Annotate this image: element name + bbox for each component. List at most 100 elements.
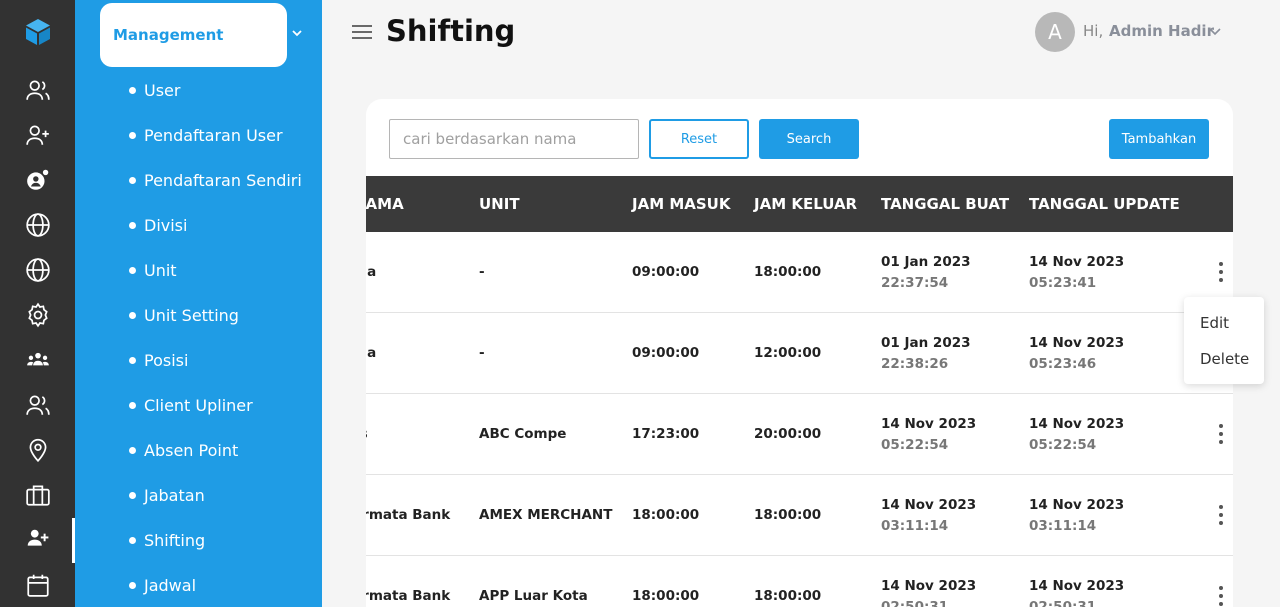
column-header-nama[interactable]: NAMA — [366, 176, 404, 232]
table-row[interactable]: ma - 09:00:00 18:00:00 01 Jan 2023 22:37… — [366, 232, 1233, 313]
cell-unit: AMEX MERCHANT — [479, 507, 613, 523]
kebab-menu-icon[interactable] — [1213, 423, 1229, 445]
cell-tanggal-buat-time: 03:11:14 — [881, 518, 949, 534]
bullet-icon — [129, 221, 136, 229]
globe-icon[interactable] — [24, 256, 52, 284]
globe-icon[interactable] — [24, 211, 52, 239]
column-header-tanggal-buat[interactable]: TANGGAL BUAT — [881, 176, 1009, 232]
menu-item-label: Client Upliner — [144, 395, 253, 415]
cell-tanggal-update-time: 05:22:54 — [1029, 437, 1097, 453]
greeting-text: Hi, — [1083, 22, 1104, 40]
cell-nama: rs — [366, 426, 368, 442]
menu-item-jabatan[interactable]: Jabatan — [129, 483, 205, 507]
menu-item-pendaftaran-user[interactable]: Pendaftaran User — [129, 123, 283, 147]
chevron-down-icon[interactable] — [290, 26, 304, 40]
kebab-menu-icon[interactable] — [1213, 585, 1229, 607]
table-row[interactable]: rs ABC Compe 17:23:00 20:00:00 14 Nov 20… — [366, 394, 1233, 475]
cell-jam-keluar: 18:00:00 — [754, 264, 822, 280]
avatar[interactable]: A — [1035, 12, 1075, 52]
cell-unit: ABC Compe — [479, 426, 567, 442]
menu-item-label: Absen Point — [144, 440, 239, 460]
cell-tanggal-update-time: 05:23:46 — [1029, 356, 1097, 372]
table-row[interactable]: ma - 09:00:00 12:00:00 01 Jan 2023 22:38… — [366, 313, 1233, 394]
cube-logo-icon[interactable] — [25, 18, 51, 46]
menu-item-jadwal[interactable]: Jadwal — [129, 573, 196, 597]
group-icon[interactable] — [24, 346, 52, 374]
menu-item-label: Unit — [144, 260, 177, 280]
users-icon[interactable] — [24, 76, 52, 104]
search-input[interactable] — [389, 119, 639, 159]
menu-item-label: Posisi — [144, 350, 189, 370]
icon-rail — [0, 0, 75, 607]
menu-item-client-upliner[interactable]: Client Upliner — [129, 393, 253, 417]
cell-unit: - — [479, 264, 485, 280]
menu-item-posisi[interactable]: Posisi — [129, 348, 188, 372]
user-add-icon[interactable] — [24, 524, 52, 552]
reset-button[interactable]: Reset — [649, 119, 749, 159]
column-header-jam-masuk[interactable]: JAM MASUK — [632, 176, 730, 232]
bullet-icon — [129, 581, 136, 589]
cell-tanggal-buat-time: 05:22:54 — [881, 437, 949, 453]
table-row[interactable]: ermata Bank APP Luar Kota 18:00:00 18:00… — [366, 556, 1233, 607]
edit-menu-item[interactable]: Edit — [1200, 314, 1229, 332]
cell-tanggal-buat-date: 01 Jan 2023 — [881, 254, 971, 270]
table-header: NAMA UNIT JAM MASUK JAM KELUAR TANGGAL B… — [366, 176, 1233, 232]
cell-nama: ermata Bank — [366, 507, 451, 523]
menu-item-absen-point[interactable]: Absen Point — [129, 438, 238, 462]
management-section-label: Management — [113, 26, 224, 44]
cell-tanggal-buat-time: 22:37:54 — [881, 275, 949, 291]
gear-icon[interactable] — [24, 301, 52, 329]
delete-menu-item[interactable]: Delete — [1200, 350, 1249, 368]
cell-tanggal-buat-time: 02:50:31 — [881, 599, 949, 607]
cell-jam-keluar: 12:00:00 — [754, 345, 822, 361]
user-menu-name[interactable]: Admin Hadir — [1109, 22, 1214, 40]
bullet-icon — [129, 131, 136, 139]
cell-jam-masuk: 18:00:00 — [632, 507, 700, 523]
cell-nama: ma — [366, 345, 377, 361]
cell-tanggal-update-date: 14 Nov 2023 — [1029, 335, 1125, 351]
shifting-card: Reset Search Tambahkan NAMA UNIT JAM MAS… — [366, 99, 1233, 607]
menu-item-label: Pendaftaran User — [144, 125, 283, 145]
cell-unit: APP Luar Kota — [479, 588, 588, 604]
kebab-menu-icon[interactable] — [1213, 261, 1229, 283]
calendar-icon[interactable] — [24, 571, 52, 599]
menu-item-unit[interactable]: Unit — [129, 258, 177, 282]
cell-unit: - — [479, 345, 485, 361]
cell-tanggal-update-time: 05:23:41 — [1029, 275, 1097, 291]
user-plus-icon[interactable] — [24, 121, 52, 149]
cell-jam-masuk: 18:00:00 — [632, 588, 700, 604]
bullet-icon — [129, 446, 136, 454]
menu-item-shifting[interactable]: Shifting — [129, 528, 205, 552]
bullet-icon — [129, 536, 136, 544]
briefcase-icon[interactable] — [24, 481, 52, 509]
menu-item-unit-setting[interactable]: Unit Setting — [129, 303, 239, 327]
cell-tanggal-buat-date: 14 Nov 2023 — [881, 497, 977, 513]
menu-item-pendaftaran-sendiri[interactable]: Pendaftaran Sendiri — [129, 168, 302, 192]
table-row[interactable]: ermata Bank AMEX MERCHANT 18:00:00 18:00… — [366, 475, 1233, 556]
cell-tanggal-buat-date: 14 Nov 2023 — [881, 416, 977, 432]
column-header-tanggal-update[interactable]: TANGGAL UPDATE — [1029, 176, 1180, 232]
cell-tanggal-buat-date: 14 Nov 2023 — [881, 578, 977, 594]
menu-item-divisi[interactable]: Divisi — [129, 213, 187, 237]
users-icon[interactable] — [24, 391, 52, 419]
bullet-icon — [129, 266, 136, 274]
location-pin-icon[interactable] — [24, 436, 52, 464]
kebab-menu-icon[interactable] — [1213, 504, 1229, 526]
add-button[interactable]: Tambahkan — [1109, 119, 1209, 159]
cell-nama: ma — [366, 264, 377, 280]
management-submenu: Management User Pendaftaran User Pendaft… — [75, 0, 322, 607]
chevron-down-icon[interactable] — [1208, 26, 1222, 38]
menu-item-label: Pendaftaran Sendiri — [144, 170, 302, 190]
cell-jam-masuk: 09:00:00 — [632, 264, 700, 280]
menu-item-user[interactable]: User — [129, 78, 180, 102]
column-header-jam-keluar[interactable]: JAM KELUAR — [754, 176, 857, 232]
user-gear-icon[interactable] — [24, 166, 52, 194]
management-section-button[interactable]: Management — [100, 3, 287, 67]
search-button[interactable]: Search — [759, 119, 859, 159]
hamburger-menu-icon[interactable] — [352, 24, 372, 40]
cell-jam-keluar: 18:00:00 — [754, 588, 822, 604]
cell-tanggal-update-date: 14 Nov 2023 — [1029, 254, 1125, 270]
column-header-unit[interactable]: UNIT — [479, 176, 520, 232]
cell-tanggal-update-time: 03:11:14 — [1029, 518, 1097, 534]
cell-nama: ermata Bank — [366, 588, 451, 604]
